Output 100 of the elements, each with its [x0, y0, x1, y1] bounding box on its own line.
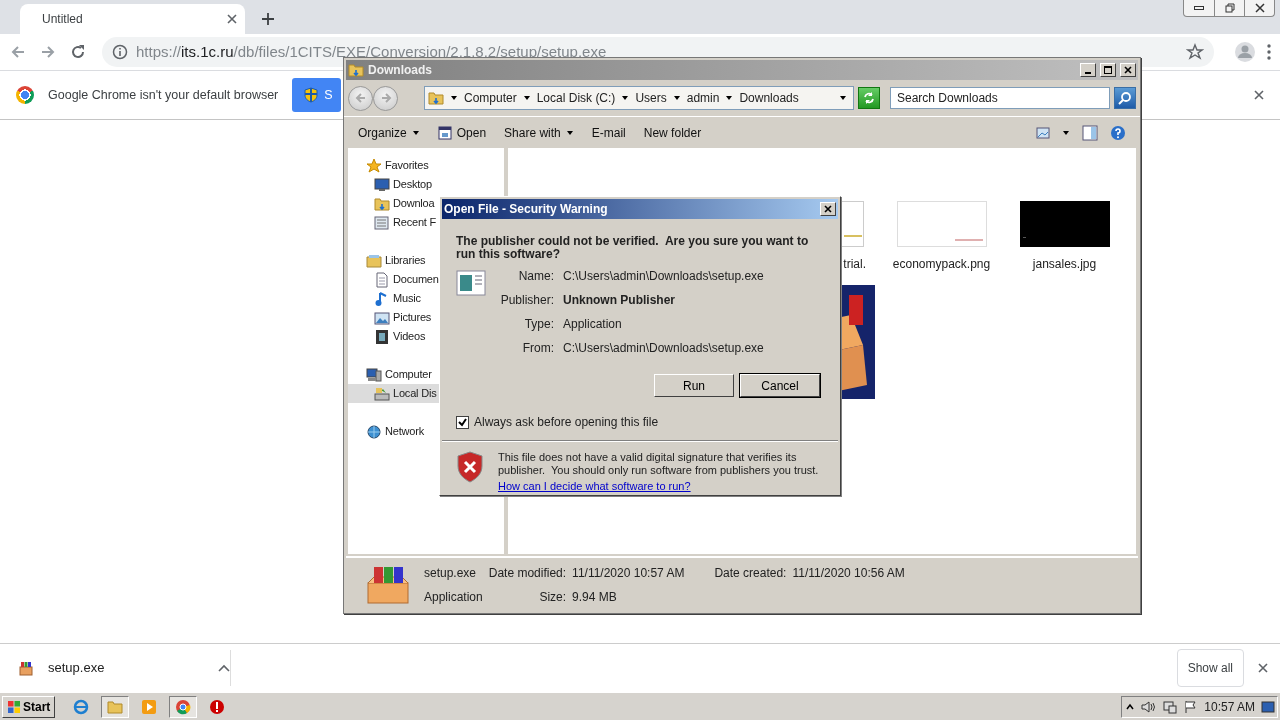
nav-item[interactable]: Local Dis — [348, 384, 440, 403]
application-icon — [456, 270, 486, 296]
nav-item[interactable]: Computer — [348, 365, 440, 384]
file-name[interactable]: trial. — [843, 255, 866, 273]
archive-icon — [18, 660, 34, 676]
help-icon[interactable] — [1110, 124, 1126, 141]
image-thumbnail[interactable] — [1019, 201, 1110, 247]
warning-text: This file does not have a valid digital signature that verifies its publisher. You should only run software from publishers you trust. — [498, 451, 820, 477]
show-all-button[interactable]: Show all — [1176, 649, 1244, 687]
folder-icon — [348, 62, 364, 78]
browser-logo — [16, 86, 34, 104]
close-icon[interactable] — [1258, 663, 1268, 673]
breadcrumb-item[interactable]: Local Disk (C:) — [536, 89, 616, 107]
computer-icon — [366, 366, 382, 383]
close-icon — [1254, 3, 1265, 13]
flag-icon[interactable] — [1184, 699, 1199, 714]
toolbar-button[interactable]: Organize — [350, 120, 428, 145]
bookmark-star-icon[interactable] — [1186, 43, 1204, 61]
view-icon[interactable] — [1036, 126, 1050, 139]
field-label: Size: — [538, 588, 567, 606]
download-file-name[interactable]: setup.exe — [48, 658, 204, 678]
info-icon — [112, 44, 128, 60]
toolbar-button[interactable]: Share with — [496, 120, 582, 145]
browser-icon[interactable] — [73, 698, 90, 715]
start-button[interactable]: Start — [2, 695, 56, 718]
check-icon — [458, 417, 467, 427]
breadcrumb-item[interactable]: Downloads — [739, 89, 799, 107]
checkbox-label[interactable]: Always ask before opening this file — [474, 413, 659, 431]
dialog-button[interactable]: Cancel — [740, 374, 820, 397]
file-name[interactable]: economypack.png — [892, 255, 991, 273]
field-value: Application — [563, 316, 623, 333]
recent-places-icon — [374, 214, 390, 231]
minimize-button[interactable] — [1080, 63, 1096, 77]
speaker-icon[interactable] — [1140, 699, 1157, 714]
nav-item[interactable]: Pictures — [348, 308, 440, 327]
image-thumbnail[interactable] — [896, 201, 987, 247]
dialog-button[interactable]: Run — [654, 374, 734, 397]
infobar-message: Google Chrome isn't your default browser — [48, 86, 279, 104]
file-name: setup.exe — [424, 564, 478, 582]
close-icon[interactable] — [227, 14, 237, 24]
chrome-icon[interactable] — [175, 698, 192, 715]
maximize-button[interactable] — [1100, 63, 1116, 77]
caret-icon[interactable] — [621, 94, 630, 102]
network-icon — [366, 423, 382, 440]
nav-item[interactable]: Music — [348, 289, 440, 308]
toolbar-button[interactable]: Open — [429, 120, 495, 145]
caret-icon[interactable] — [1062, 128, 1070, 137]
shield-icon — [304, 87, 319, 103]
warning-heading: The publisher could not be verified. Are you sure you want to run this software? — [455, 233, 810, 261]
stop-icon[interactable] — [209, 698, 226, 715]
browser-tab[interactable]: Untitled — [20, 4, 245, 34]
chevron-up-icon[interactable] — [1126, 702, 1135, 711]
caret-icon[interactable] — [450, 94, 458, 102]
profile-icon[interactable] — [1234, 41, 1256, 63]
breadcrumb-item[interactable]: Users — [635, 89, 667, 107]
search-button[interactable] — [1114, 87, 1136, 109]
search-field[interactable]: Search Downloads — [890, 87, 1110, 109]
library-icon — [366, 252, 382, 269]
nav-item[interactable]: Libraries — [348, 251, 440, 270]
field-value: C:\Users\admin\Downloads\setup.exe — [563, 268, 764, 285]
nav-item[interactable]: Downloa — [348, 194, 440, 213]
menu-icon[interactable] — [1266, 43, 1272, 61]
nav-item[interactable]: Documen — [348, 270, 440, 289]
nav-item[interactable]: Recent F — [348, 213, 440, 232]
show-desktop-icon[interactable] — [1261, 699, 1275, 714]
file-type: Application — [424, 588, 483, 606]
caret-icon — [565, 128, 574, 137]
nav-item[interactable]: Videos — [348, 327, 440, 346]
checkbox[interactable] — [456, 415, 469, 429]
set-default-button[interactable]: S — [292, 78, 341, 112]
videos-icon — [374, 328, 390, 345]
caret-icon[interactable] — [218, 664, 230, 672]
refresh-button[interactable] — [858, 87, 880, 109]
file-name[interactable]: jansales.jpg — [1032, 255, 1097, 273]
breadcrumb-item[interactable]: Computer — [464, 89, 517, 107]
forward-icon — [379, 92, 392, 104]
drive-icon — [374, 385, 390, 402]
help-link[interactable]: How can I decide what software to run? — [498, 480, 691, 492]
back-icon — [354, 92, 367, 104]
new-tab-icon[interactable] — [261, 12, 275, 26]
caret-icon[interactable] — [522, 94, 531, 102]
caret-icon[interactable] — [725, 94, 734, 102]
pictures-icon — [374, 309, 390, 326]
nav-item[interactable]: Favorites — [348, 156, 440, 175]
network-icon[interactable] — [1162, 699, 1179, 714]
nav-item[interactable]: Desktop — [348, 175, 440, 194]
toolbar-button[interactable]: E-mail — [583, 120, 634, 145]
caret-icon[interactable] — [672, 94, 681, 102]
tab-title: Untitled — [42, 11, 84, 28]
close-icon[interactable] — [1254, 90, 1264, 100]
caret-icon — [411, 128, 420, 137]
breadcrumb-item[interactable]: admin — [686, 89, 720, 107]
nav-item[interactable]: Network — [348, 422, 440, 441]
minimize-icon — [1194, 6, 1204, 10]
dropdown-arrow-icon[interactable] — [839, 94, 847, 102]
preview-pane-icon[interactable] — [1082, 124, 1098, 141]
field-value: Unknown Publisher — [563, 292, 676, 309]
toolbar-button[interactable]: New folder — [635, 120, 710, 145]
field-value: 9.94 MB — [572, 588, 618, 606]
address-bar[interactable]: Computer Local Disk (C:) Users admin Downloads — [424, 86, 854, 110]
